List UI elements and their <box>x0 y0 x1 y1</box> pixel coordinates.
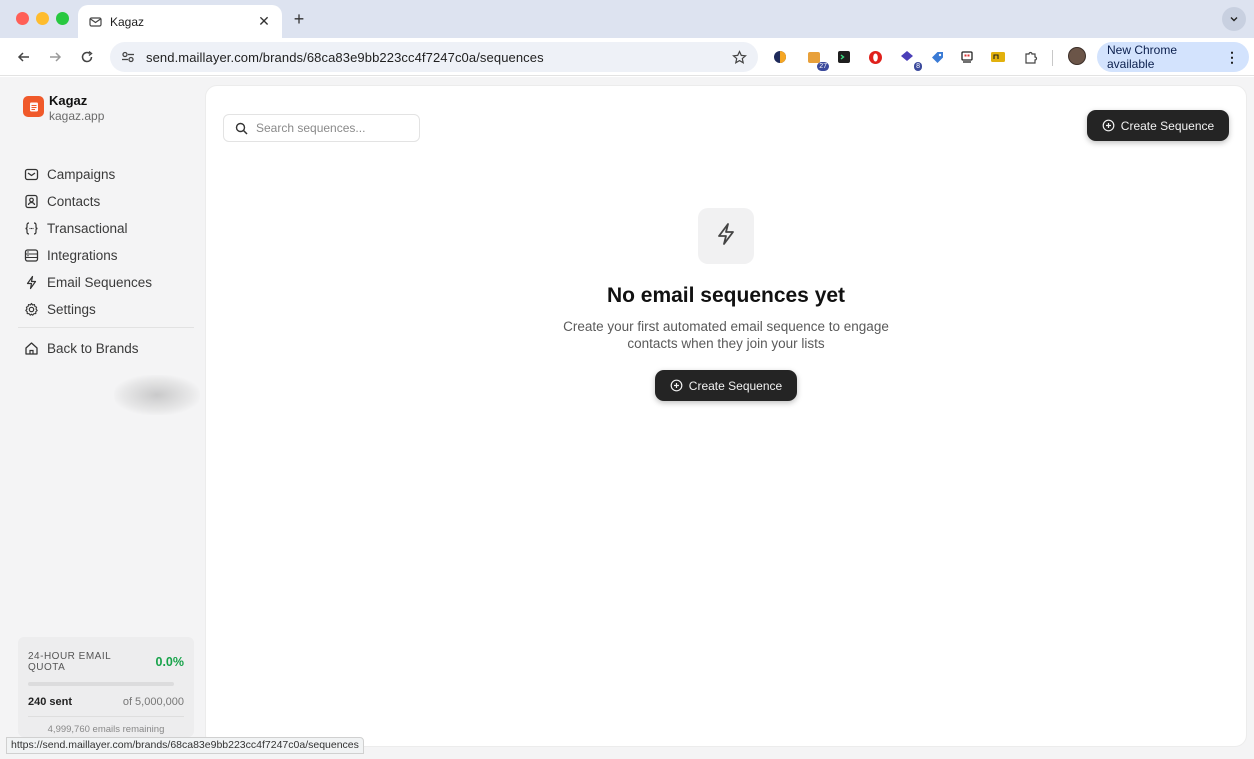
extension-tag-icon[interactable] <box>928 48 946 66</box>
tab-search-chevron-icon[interactable] <box>1222 7 1246 31</box>
mail-favicon-icon <box>88 15 102 29</box>
home-icon <box>23 341 39 357</box>
new-tab-plus-icon[interactable]: + <box>290 9 308 30</box>
lightning-icon <box>713 221 739 252</box>
empty-state-title: No email sequences yet <box>606 284 846 307</box>
browser-tab[interactable]: Kagaz ✕ <box>78 5 282 38</box>
search-input[interactable] <box>256 121 406 135</box>
browser-tab-bar: Kagaz ✕ + <box>0 0 1254 38</box>
quota-progress-bar <box>28 682 174 686</box>
extension-badge: 8 <box>914 62 922 71</box>
reload-icon[interactable] <box>77 47 97 67</box>
braces-icon <box>23 221 39 237</box>
sidebar-item-label: Integrations <box>47 248 118 263</box>
mail-icon <box>23 167 39 183</box>
app-root: Kagaz kagaz.app Campaigns Contacts Trans… <box>0 77 1254 759</box>
window-close-button[interactable] <box>16 12 29 25</box>
quota-title: 24-HOUR EMAIL QUOTA <box>28 651 111 673</box>
integrations-icon <box>23 248 39 264</box>
empty-create-sequence-label: Create Sequence <box>688 378 783 393</box>
email-quota-card: 24-HOUR EMAIL QUOTA 0.0% 240 sent of 5,0… <box>18 637 194 737</box>
extension-opera-icon[interactable] <box>866 48 884 66</box>
extension-half-circle-icon[interactable] <box>771 48 789 66</box>
site-settings-icon[interactable] <box>120 49 136 65</box>
sidebar-item-label: Email Sequences <box>47 275 153 290</box>
sidebar: Kagaz kagaz.app Campaigns Contacts Trans… <box>6 77 204 759</box>
status-bar-url: https://send.maillayer.com/brands/68ca83… <box>6 737 364 754</box>
lightning-icon <box>23 275 39 291</box>
window-minimize-button[interactable] <box>36 12 49 25</box>
quota-total: of 5,000,000 <box>122 696 184 708</box>
plus-circle-icon <box>670 379 683 392</box>
plus-circle-icon <box>1102 119 1115 132</box>
forward-arrow-icon[interactable] <box>45 47 65 67</box>
main-panel: Create Sequence No email sequences yet C… <box>205 85 1247 747</box>
address-url: send.maillayer.com/brands/68ca83e9bb223c… <box>146 49 544 65</box>
brand-header[interactable]: Kagaz kagaz.app <box>23 93 104 123</box>
tab-close-icon[interactable]: ✕ <box>256 13 272 30</box>
tab-title: Kagaz <box>110 14 145 29</box>
quota-percent: 0.0% <box>155 655 185 669</box>
back-to-brands-link[interactable]: Back to Brands <box>23 335 139 362</box>
sidebar-nav: Campaigns Contacts Transactional Integra… <box>23 161 193 323</box>
extension-folder-icon[interactable] <box>989 48 1007 66</box>
extension-badge: 27 <box>817 62 829 71</box>
create-sequence-button[interactable]: Create Sequence <box>1087 110 1229 141</box>
extension-robot-icon[interactable] <box>958 48 976 66</box>
sidebar-item-label: Settings <box>47 302 96 317</box>
gear-icon <box>23 302 39 318</box>
brand-logo-icon <box>23 96 44 117</box>
chrome-update-button[interactable]: New Chrome available ⋮ <box>1097 42 1249 72</box>
sidebar-item-integrations[interactable]: Integrations <box>23 242 193 269</box>
brand-domain: kagaz.app <box>49 109 105 123</box>
back-to-brands-label: Back to Brands <box>47 341 139 356</box>
extensions-puzzle-icon[interactable] <box>1021 48 1039 66</box>
empty-state-description: Create your first automated email sequen… <box>563 319 889 351</box>
empty-state-icon-box <box>698 208 754 264</box>
window-maximize-button[interactable] <box>56 12 69 25</box>
extension-terminal-icon[interactable] <box>835 48 853 66</box>
contacts-icon <box>23 194 39 210</box>
quota-remaining: 4,999,760 emails remaining <box>47 724 165 735</box>
more-menu-icon[interactable]: ⋮ <box>1225 49 1239 66</box>
sidebar-item-email-sequences[interactable]: Email Sequences <box>23 269 193 296</box>
toolbar-divider <box>1052 50 1053 66</box>
mouse-cursor-blur <box>114 375 200 415</box>
search-icon <box>234 121 248 135</box>
brand-name: Kagaz <box>49 93 88 108</box>
create-sequence-label: Create Sequence <box>1120 118 1215 133</box>
sidebar-item-label: Transactional <box>47 221 128 236</box>
bookmark-star-icon[interactable] <box>730 48 748 66</box>
sidebar-divider <box>18 327 194 328</box>
update-label: New Chrome available <box>1107 43 1178 71</box>
sidebar-item-settings[interactable]: Settings <box>23 296 193 323</box>
sidebar-item-campaigns[interactable]: Campaigns <box>23 161 193 188</box>
sidebar-item-label: Contacts <box>47 194 101 209</box>
quota-divider <box>28 716 184 717</box>
search-box[interactable] <box>223 114 420 142</box>
empty-create-sequence-button[interactable]: Create Sequence <box>655 370 797 401</box>
quota-sent: 240 sent <box>28 696 73 708</box>
extension-shield-icon[interactable]: 8 <box>898 48 922 71</box>
sidebar-item-contacts[interactable]: Contacts <box>23 188 193 215</box>
profile-avatar[interactable] <box>1068 47 1086 65</box>
sidebar-item-label: Campaigns <box>47 167 116 182</box>
browser-toolbar: send.maillayer.com/brands/68ca83e9bb223c… <box>0 38 1254 76</box>
extension-calendar-icon[interactable]: 27 <box>805 48 829 71</box>
address-bar[interactable]: send.maillayer.com/brands/68ca83e9bb223c… <box>110 42 758 72</box>
sidebar-item-transactional[interactable]: Transactional <box>23 215 193 242</box>
back-arrow-icon[interactable] <box>14 47 34 67</box>
